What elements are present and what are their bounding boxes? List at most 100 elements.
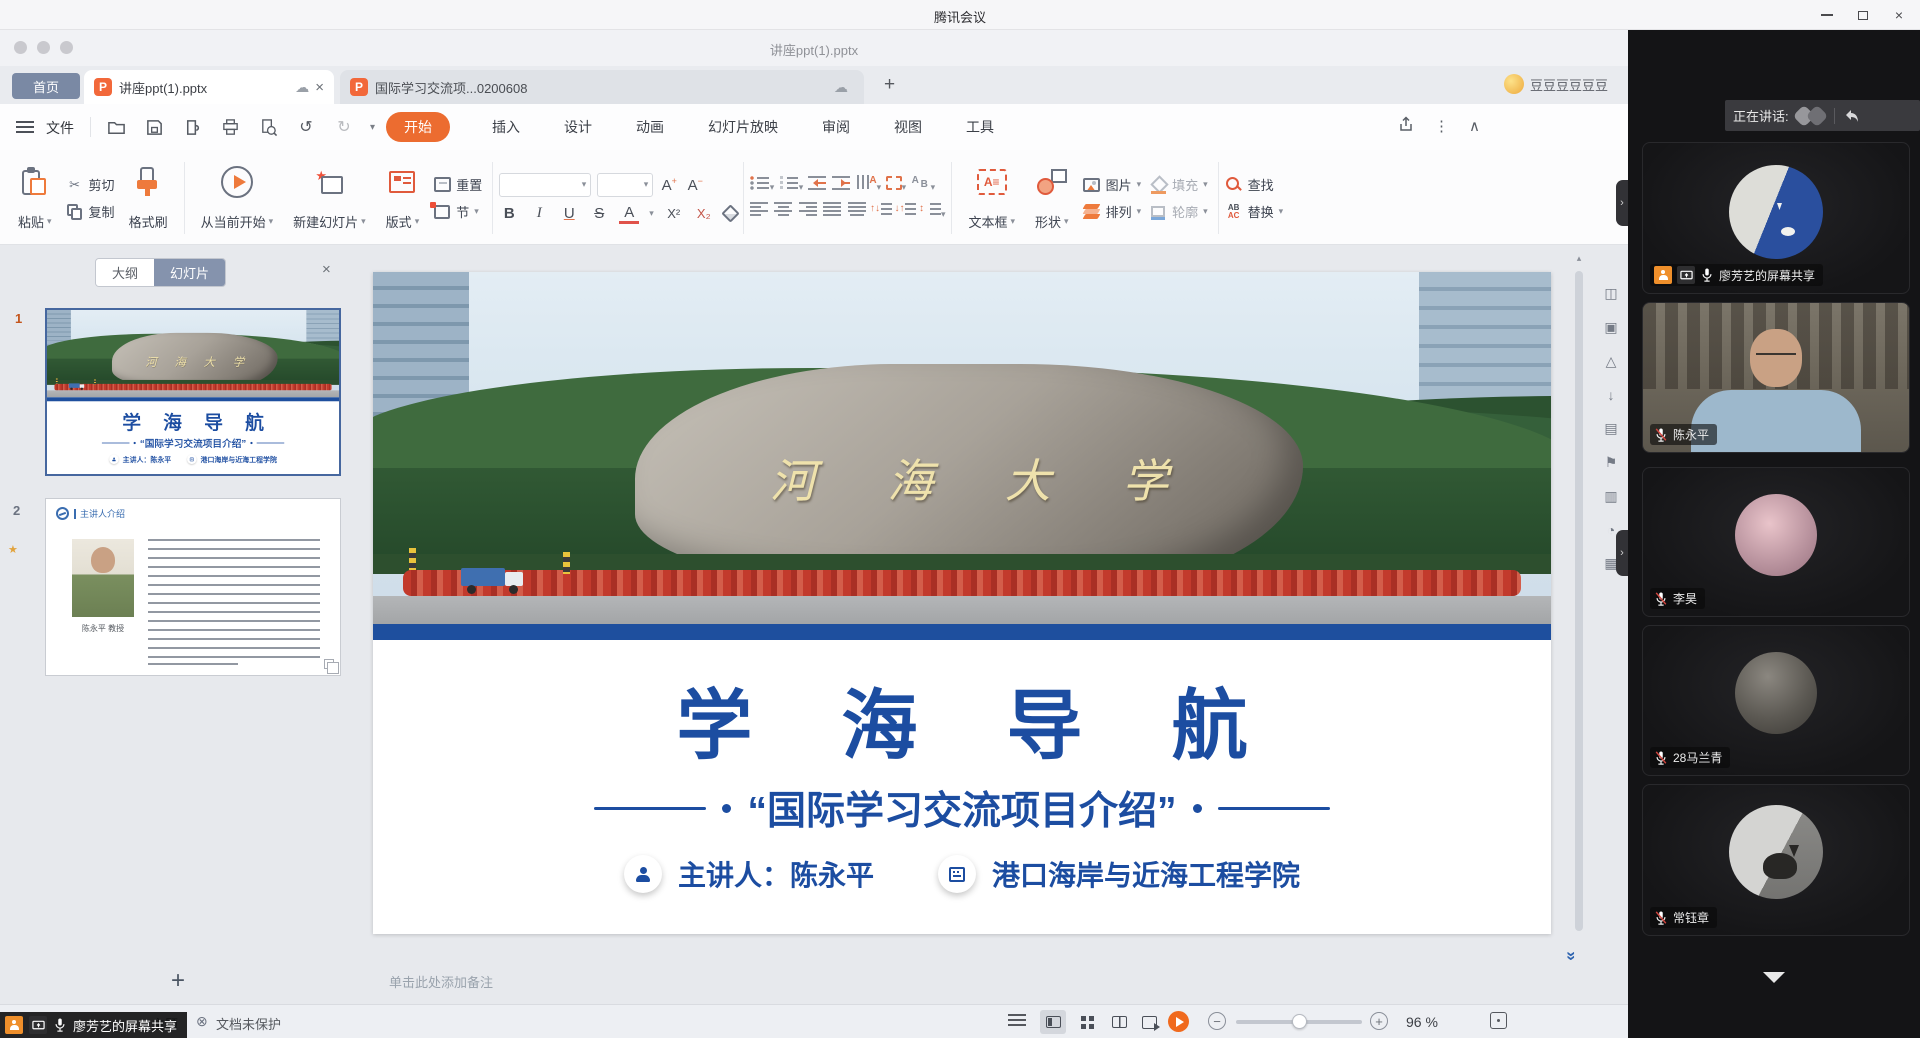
save-icon[interactable] — [142, 115, 166, 139]
zoom-out-button[interactable]: − — [1208, 1012, 1226, 1030]
pane-reading-icon[interactable]: ▤ — [1604, 420, 1617, 437]
superscript-button[interactable]: X² — [664, 206, 684, 221]
replace-button[interactable]: ABAC 替换▾ — [1225, 202, 1284, 221]
align-left-icon[interactable] — [750, 202, 770, 217]
scrollbar-thumb[interactable] — [1575, 271, 1583, 931]
doc-tab-inactive[interactable]: P 国际学习交流项...0200608 ☁ — [340, 70, 864, 104]
panel-close-icon[interactable]: × — [322, 261, 331, 278]
new-slide-button[interactable]: ★ 新建幻灯片▾ — [287, 161, 372, 235]
outline-tab[interactable]: 大纲 — [96, 259, 154, 286]
arrange-button[interactable]: 排列▾ — [1083, 202, 1142, 221]
participant-tile[interactable]: 廖芳艺的屏幕共享 — [1642, 142, 1910, 294]
restore-view-icon[interactable] — [1844, 109, 1860, 123]
bullet-list-icon[interactable] — [750, 175, 770, 190]
close-button[interactable]: × — [1892, 8, 1906, 22]
italic-button[interactable]: I — [529, 205, 549, 222]
pane-history-icon[interactable]: ◔ — [1607, 522, 1615, 538]
menu-tab-design[interactable]: 设计 — [562, 112, 594, 142]
print-preview-icon[interactable] — [256, 115, 280, 139]
menu-tab-view[interactable]: 视图 — [892, 112, 924, 142]
numbered-list-icon[interactable] — [779, 175, 799, 190]
add-slide-button[interactable]: + — [160, 967, 196, 995]
text-box-button[interactable]: A≡ 文本框▾ — [962, 161, 1021, 235]
text-direction-icon[interactable] — [857, 175, 877, 190]
reading-view-button[interactable] — [1106, 1010, 1132, 1034]
format-painter-button[interactable]: 格式刷 — [123, 161, 174, 235]
picture-button[interactable]: 图片▾ — [1083, 175, 1142, 194]
menu-tab-animation[interactable]: 动画 — [634, 112, 666, 142]
font-color-button[interactable]: A — [619, 204, 639, 224]
font-color-dropdown-icon[interactable]: ▾ — [649, 208, 654, 219]
font-size-select[interactable]: ▾ — [597, 173, 653, 197]
decrease-indent-icon[interactable] — [808, 175, 828, 190]
text-style-icon[interactable] — [911, 175, 931, 190]
menu-tab-review[interactable]: 审阅 — [820, 112, 852, 142]
find-button[interactable]: 查找 — [1225, 175, 1284, 194]
justify-icon[interactable] — [823, 202, 843, 217]
notes-placeholder[interactable]: 单击此处添加备注 — [389, 972, 493, 991]
bold-button[interactable]: B — [499, 205, 519, 222]
slideshow-play-button[interactable] — [1168, 1011, 1189, 1032]
menu-tab-slideshow[interactable]: 幻灯片放映 — [706, 112, 780, 142]
menu-tab-home[interactable]: 开始 — [386, 112, 450, 142]
export-icon[interactable] — [180, 115, 204, 139]
fill-button[interactable]: 填充▾ — [1149, 175, 1208, 194]
doc-tab-active[interactable]: P 讲座ppt(1).pptx ☁ × — [84, 70, 334, 104]
notes-toggle-icon[interactable] — [1008, 1014, 1026, 1028]
fit-slide-button[interactable] — [1490, 1012, 1507, 1029]
vertical-scrollbar[interactable]: ▴ » — [1574, 253, 1584, 993]
text-frame-icon[interactable] — [886, 176, 902, 190]
pane-chart-icon[interactable]: ▥ — [1604, 488, 1617, 505]
slide-1-thumbnail[interactable]: 河 海 大 学 学 海 导 航 “国际学习交流项目介绍” 主讲人：陈永平 港口海… — [45, 308, 341, 476]
pane-selection-icon[interactable]: ▣ — [1604, 319, 1617, 336]
play-from-current-view-button[interactable] — [1136, 1010, 1162, 1034]
align-right-icon[interactable] — [799, 202, 819, 217]
quickbar-dropdown-icon[interactable]: ▾ — [370, 122, 375, 133]
pane-download-icon[interactable]: ↓ — [1608, 387, 1615, 403]
wps-home-button[interactable]: 首页 — [12, 73, 80, 99]
line-spacing-down-icon[interactable] — [896, 202, 916, 217]
zoom-level[interactable]: 96 % — [1406, 1014, 1438, 1030]
menu-file[interactable]: 文件 — [46, 118, 74, 138]
normal-view-button[interactable] — [1040, 1010, 1066, 1034]
pane-animation-icon[interactable]: △ — [1606, 353, 1617, 370]
slide-2-thumbnail[interactable]: 主讲人介绍 陈永平 教授 — [45, 498, 341, 676]
distribute-icon[interactable] — [848, 202, 868, 217]
participant-tile[interactable]: 陈永平 — [1642, 302, 1910, 453]
slide-sorter-view-button[interactable] — [1074, 1010, 1100, 1034]
strikethrough-button[interactable]: S — [589, 205, 609, 222]
clear-format-icon[interactable] — [721, 204, 739, 222]
redo-icon[interactable]: ↻ — [332, 115, 356, 139]
underline-button[interactable]: U — [559, 205, 579, 222]
print-icon[interactable] — [218, 115, 242, 139]
zoom-slider-thumb[interactable] — [1292, 1014, 1307, 1029]
menu-tab-insert[interactable]: 插入 — [490, 112, 522, 142]
copy-button[interactable]: 复制 — [66, 202, 115, 221]
new-tab-button[interactable]: + — [884, 74, 895, 96]
line-spacing-icon[interactable] — [921, 202, 941, 217]
participant-tile[interactable]: 常钰章 — [1642, 784, 1910, 936]
pane-properties-icon[interactable]: ◫ — [1604, 285, 1617, 302]
cut-button[interactable]: ✂ 剪切 — [66, 175, 115, 194]
account-chip[interactable]: 豆豆豆豆豆豆 — [1504, 74, 1608, 94]
more-participants-icon[interactable] — [1763, 972, 1785, 983]
reset-button[interactable]: 重置 — [433, 175, 482, 194]
subscript-button[interactable]: X₂ — [694, 206, 714, 221]
collapse-ribbon-icon[interactable]: ∧ — [1469, 117, 1480, 135]
increase-indent-icon[interactable] — [832, 175, 852, 190]
scroll-up-icon[interactable]: ▴ — [1574, 253, 1584, 264]
participant-tile[interactable]: 28马兰青 — [1642, 625, 1910, 776]
slides-tab[interactable]: 幻灯片 — [154, 259, 225, 286]
tab-close-icon[interactable]: × — [315, 79, 324, 96]
layout-button[interactable]: 版式▾ — [380, 161, 426, 235]
pane-navigation-icon[interactable]: ⚑ — [1605, 454, 1618, 471]
zoom-in-button[interactable]: + — [1370, 1012, 1388, 1030]
font-family-select[interactable]: ▾ — [499, 173, 591, 197]
increase-font-button[interactable]: A+ — [659, 176, 679, 194]
next-slide-icon[interactable]: » — [1562, 951, 1582, 958]
outline-button[interactable]: 轮廓▾ — [1149, 202, 1208, 221]
play-from-current-button[interactable]: 从当前开始▾ — [195, 161, 280, 235]
align-center-icon[interactable] — [774, 202, 794, 217]
decrease-font-button[interactable]: A− — [685, 176, 705, 194]
sidebar-collapse-handle[interactable]: › — [1616, 180, 1628, 226]
